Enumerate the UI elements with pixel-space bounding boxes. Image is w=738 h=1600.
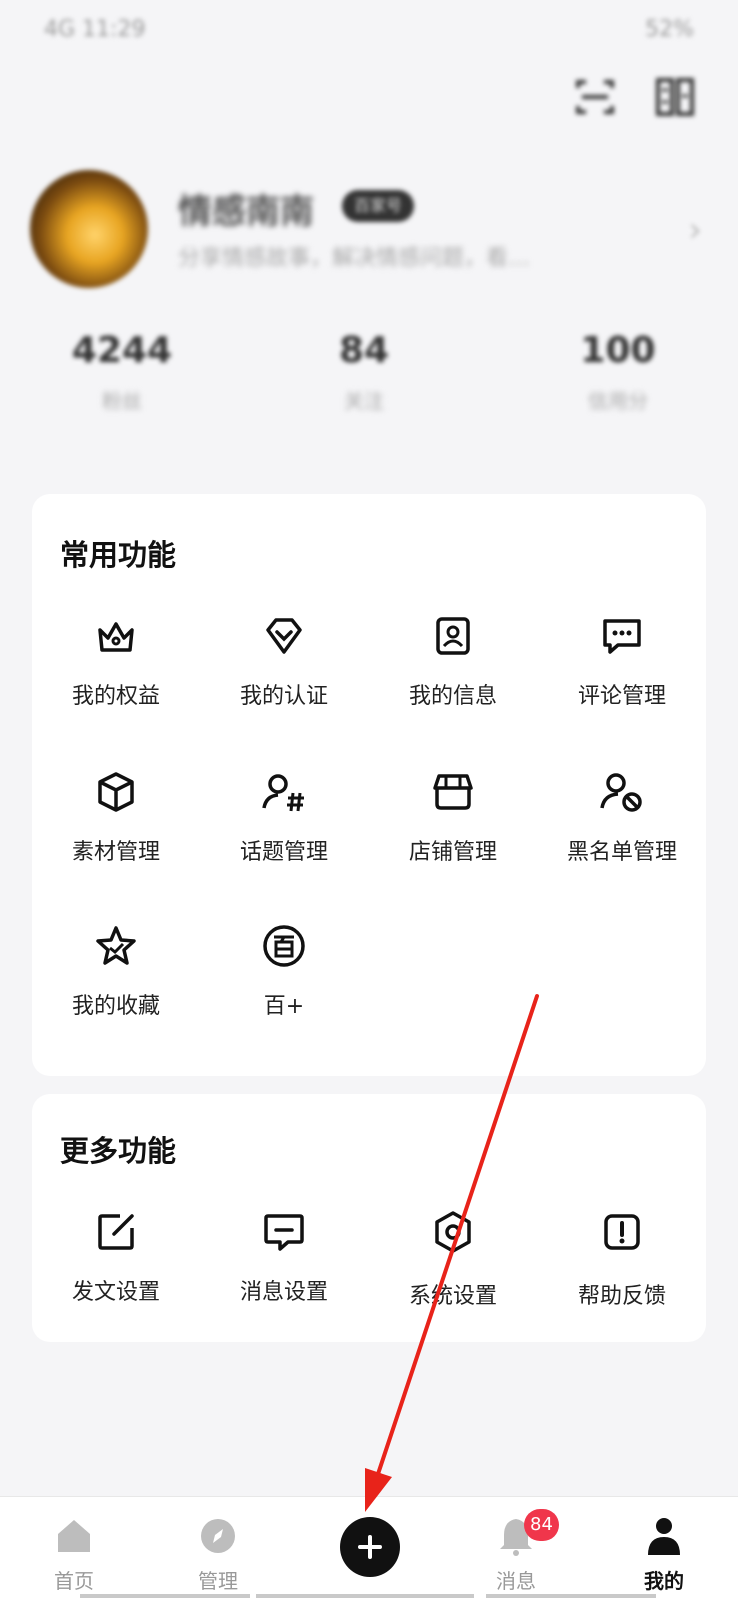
star-icon	[96, 926, 136, 965]
scan-icon[interactable]	[572, 74, 618, 120]
more-functions-card: 更多功能 发文设置 消息设置 系统设置 帮助反馈	[32, 1094, 706, 1342]
grid-item-label: 百+	[263, 994, 305, 1019]
tab-home[interactable]: 首页	[24, 1515, 124, 1594]
grid-item-system-settings[interactable]: 系统设置	[369, 1208, 537, 1310]
home-indicator	[256, 1594, 474, 1598]
grid-item-label: 评论管理	[577, 684, 666, 709]
grid-item-label: 发文设置	[71, 1280, 160, 1305]
profile-card-icon	[436, 617, 470, 655]
tab-label: 首页	[54, 1569, 94, 1593]
home-icon	[58, 1520, 90, 1552]
stat-fans[interactable]: 4244 粉丝	[42, 330, 202, 414]
messages-badge: 84	[524, 1509, 559, 1541]
grid-item-label: 帮助反馈	[577, 1284, 666, 1309]
compass-icon	[201, 1519, 235, 1553]
profile-bio: 分享情感故事，解决情感问题，看…	[178, 246, 531, 271]
section-title: 常用功能	[60, 538, 177, 572]
grid-item-label: 素材管理	[71, 840, 160, 865]
grid-item-label: 系统设置	[408, 1284, 497, 1309]
crown-icon	[98, 622, 134, 652]
bottom-tab-bar: 首页 管理 84 消息 我的	[0, 1496, 738, 1600]
grid-item-label: 我的权益	[71, 684, 160, 709]
grid-item-message-settings[interactable]: 消息设置	[200, 1208, 368, 1306]
stat-label: 关注	[344, 389, 384, 413]
verified-v-icon	[266, 618, 302, 654]
grid-item-post-settings[interactable]: 发文设置	[32, 1208, 200, 1306]
grid-item-label: 话题管理	[239, 840, 328, 865]
section-title: 更多功能	[60, 1134, 177, 1168]
grid-item-comment-management[interactable]: 评论管理	[538, 612, 706, 710]
profile-name: 情感南南	[178, 192, 314, 232]
grid-item-label: 我的认证	[239, 684, 328, 709]
stat-following[interactable]: 84 关注	[284, 330, 444, 414]
help-alert-icon	[604, 1214, 640, 1250]
status-bar: 4G 11:29 52%	[44, 14, 694, 44]
home-indicator	[80, 1594, 250, 1598]
stat-credit[interactable]: 100 信用分	[538, 330, 698, 414]
user-icon	[648, 1518, 680, 1555]
tab-me[interactable]: 我的	[614, 1515, 714, 1594]
grid-item-blacklist-management[interactable]: 黑名单管理	[538, 768, 706, 866]
stat-value: 100	[580, 330, 656, 371]
tab-label: 消息	[496, 1569, 536, 1593]
tab-label: 我的	[644, 1569, 684, 1593]
message-icon	[264, 1214, 304, 1251]
grid-item-label: 我的信息	[408, 684, 497, 709]
grid-item-material-management[interactable]: 素材管理	[32, 768, 200, 866]
plus-icon	[358, 1535, 382, 1559]
grid-item-store-management[interactable]: 店铺管理	[369, 768, 537, 866]
grid-item-my-favorites[interactable]: 我的收藏	[32, 922, 200, 1020]
grid-item-my-benefits[interactable]: 我的权益	[32, 612, 200, 710]
stat-value: 84	[338, 330, 390, 371]
grid-item-label: 我的收藏	[71, 994, 160, 1019]
settings-hex-icon	[435, 1211, 471, 1253]
profile-badge: 百家号	[342, 190, 415, 222]
grid-item-bai-plus[interactable]: 百+	[200, 922, 368, 1020]
status-time: 4G 11:29	[44, 16, 146, 42]
comment-bubble-icon	[603, 619, 641, 654]
status-battery: 52%	[645, 16, 694, 42]
tab-label: 管理	[198, 1569, 238, 1593]
user-block-icon	[600, 773, 642, 812]
grid-item-topic-management[interactable]: 话题管理	[200, 768, 368, 866]
stat-label: 粉丝	[102, 389, 142, 413]
settings-icon[interactable]	[652, 74, 698, 120]
store-icon	[433, 774, 473, 810]
chevron-right-icon[interactable]: ›	[688, 210, 702, 250]
avatar[interactable]	[30, 170, 148, 288]
topic-hash-icon	[262, 774, 304, 812]
grid-item-my-verification[interactable]: 我的认证	[200, 612, 368, 710]
grid-item-label: 店铺管理	[408, 840, 497, 865]
profile-header[interactable]: 情感南南 百家号 分享情感故事，解决情感问题，看… ›	[30, 170, 708, 290]
tab-manage[interactable]: 管理	[168, 1515, 268, 1594]
common-functions-card: 常用功能 我的权益 我的认证 我的信息 评论管理 素材管理 话题管理 店铺管理 …	[32, 494, 706, 1076]
bai-plus-icon	[263, 925, 305, 967]
grid-item-my-info[interactable]: 我的信息	[369, 612, 537, 710]
edit-icon	[98, 1214, 134, 1250]
stat-value: 4244	[71, 330, 173, 371]
tab-messages[interactable]: 84 消息	[466, 1509, 566, 1594]
cube-icon	[98, 772, 134, 812]
grid-item-label: 黑名单管理	[566, 840, 677, 865]
grid-item-help-feedback[interactable]: 帮助反馈	[538, 1208, 706, 1310]
grid-item-label: 消息设置	[239, 1280, 328, 1305]
stat-label: 信用分	[588, 389, 648, 413]
top-actions	[572, 74, 698, 120]
create-post-button[interactable]	[340, 1517, 400, 1577]
home-indicator	[486, 1594, 656, 1598]
